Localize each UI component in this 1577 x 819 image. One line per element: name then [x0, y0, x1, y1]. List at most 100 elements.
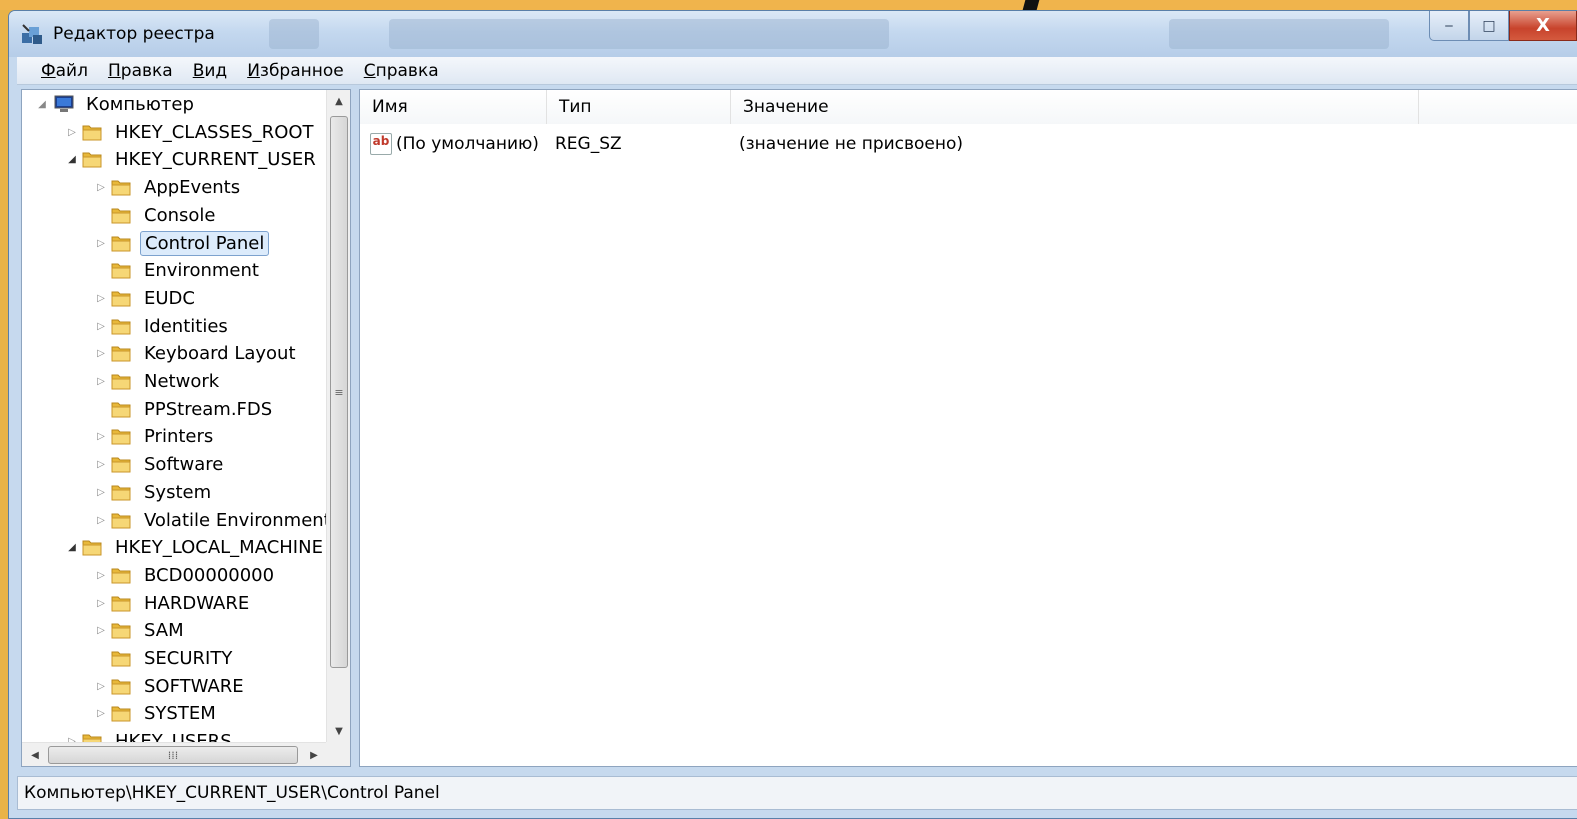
- value-type-cell: REG_SZ: [555, 134, 622, 154]
- tree-node[interactable]: ▷ HKEY_USERS: [65, 727, 236, 742]
- column-header-value[interactable]: Значение: [731, 90, 1419, 124]
- tree-node[interactable]: SECURITY: [94, 644, 236, 672]
- tree-node[interactable]: ▷ Identities: [94, 312, 232, 340]
- folder-icon: [111, 457, 131, 473]
- tree-node-label: SOFTWARE: [144, 675, 244, 697]
- column-header-type[interactable]: Тип: [547, 90, 731, 124]
- registry-tree: ◢ Компьютер ▷ HKEY_CLASSES_ROOT ◢ HKEY_CURR…: [22, 90, 327, 742]
- tree-node-label: Control Panel: [140, 230, 270, 256]
- tree-node[interactable]: ◢ HKEY_CURRENT_USER: [65, 145, 320, 173]
- expand-arrow-icon[interactable]: ▷: [94, 238, 108, 249]
- expand-arrow-icon[interactable]: ▷: [94, 376, 108, 387]
- computer-icon: [54, 95, 74, 112]
- menu-edit[interactable]: Правка: [98, 61, 183, 81]
- tree-node[interactable]: ▷ Volatile Environment: [94, 506, 327, 534]
- scroll-right-icon[interactable]: ▶: [303, 743, 325, 766]
- menu-view[interactable]: Вид: [183, 61, 237, 81]
- tree-node[interactable]: Environment: [94, 256, 263, 284]
- expand-arrow-icon[interactable]: ▷: [94, 293, 108, 304]
- expand-arrow-icon[interactable]: ▷: [94, 182, 108, 193]
- folder-icon: [111, 291, 131, 307]
- close-icon: X: [1536, 15, 1550, 36]
- expand-arrow-icon[interactable]: ▷: [94, 681, 108, 692]
- collapse-arrow-icon[interactable]: ◢: [65, 542, 79, 553]
- title-bar[interactable]: Редактор реестра ‒ □ X: [9, 11, 1577, 57]
- tree-node-computer[interactable]: ◢ Компьютер: [36, 90, 198, 118]
- tree-node[interactable]: ▷ EUDC: [94, 284, 199, 312]
- status-bar: Компьютер\HKEY_CURRENT_USER\Control Pane…: [17, 776, 1577, 810]
- expand-arrow-icon[interactable]: ▷: [94, 321, 108, 332]
- expand-arrow-icon[interactable]: ▷: [94, 515, 108, 526]
- expanded-arrow-icon[interactable]: ◢: [36, 98, 48, 110]
- tree-node-label: Printers: [144, 425, 214, 447]
- menu-help[interactable]: Справка: [354, 61, 449, 81]
- value-row[interactable]: ab (По умолчанию) REG_SZ (значение не пр…: [360, 130, 1577, 158]
- value-data-cell: (значение не присвоено): [739, 134, 964, 154]
- scroll-corner: [326, 742, 350, 766]
- folder-icon: [111, 568, 131, 584]
- tree-node[interactable]: ▷ Network: [94, 367, 223, 395]
- regedit-window: Редактор реестра ‒ □ X Файл Правка Вид И…: [8, 10, 1577, 819]
- tree-node[interactable]: ▷ Printers: [94, 422, 217, 450]
- folder-icon: [111, 208, 131, 224]
- expand-arrow-icon[interactable]: ▷: [94, 598, 108, 609]
- close-button[interactable]: X: [1509, 11, 1577, 41]
- folder-icon: [82, 152, 102, 168]
- tree-node-label: HKEY_CURRENT_USER: [115, 148, 316, 170]
- collapse-arrow-icon[interactable]: ◢: [65, 154, 79, 165]
- expand-arrow-icon[interactable]: ▷: [94, 625, 108, 636]
- scroll-left-icon[interactable]: ◀: [24, 743, 46, 766]
- tree-node-label: Console: [144, 204, 216, 226]
- folder-icon: [111, 180, 131, 196]
- column-header-name[interactable]: Имя: [360, 90, 547, 124]
- tree-node[interactable]: PPStream.FDS: [94, 395, 276, 423]
- expand-arrow-icon[interactable]: ▷: [94, 487, 108, 498]
- window-controls: ‒ □ X: [1429, 11, 1577, 41]
- folder-icon: [82, 125, 102, 141]
- menu-file[interactable]: Файл: [31, 61, 98, 81]
- tree-node-label: HARDWARE: [144, 592, 250, 614]
- tree-node[interactable]: Console: [94, 201, 219, 229]
- tree-node[interactable]: ◢ HKEY_LOCAL_MACHINE: [65, 533, 327, 561]
- tree-node[interactable]: ▷ HKEY_CLASSES_ROOT: [65, 118, 318, 146]
- tree-vertical-scrollbar[interactable]: ▲ ≡ ▼: [326, 90, 350, 742]
- hscroll-thumb[interactable]: ⁞⁞⁞: [48, 746, 298, 764]
- menu-favorites[interactable]: Избранное: [237, 61, 354, 81]
- tree-node[interactable]: ▷ SAM: [94, 616, 188, 644]
- column-header-empty: [1419, 90, 1577, 124]
- folder-icon: [111, 513, 131, 529]
- folder-icon: [111, 485, 131, 501]
- values-header: Имя Тип Значение: [360, 90, 1577, 124]
- expand-arrow-icon[interactable]: ▷: [94, 431, 108, 442]
- scroll-down-icon[interactable]: ▼: [327, 720, 350, 742]
- minimize-button[interactable]: ‒: [1429, 11, 1469, 41]
- tree-node-label: Identities: [144, 315, 228, 337]
- scroll-thumb[interactable]: ≡: [330, 116, 348, 668]
- tree-node[interactable]: ▷ HARDWARE: [94, 589, 253, 617]
- status-path: Компьютер\HKEY_CURRENT_USER\Control Pane…: [24, 783, 440, 803]
- expand-arrow-icon[interactable]: ▷: [65, 127, 79, 138]
- folder-icon: [111, 346, 131, 362]
- folder-icon: [82, 734, 102, 742]
- registry-editor-icon: [22, 24, 42, 44]
- tree-node[interactable]: ▷ AppEvents: [94, 173, 244, 201]
- tree-node[interactable]: ▷ SOFTWARE: [94, 672, 248, 700]
- tree-horizontal-scrollbar[interactable]: ◀ ⁞⁞⁞ ▶: [22, 742, 327, 766]
- folder-icon: [111, 374, 131, 390]
- expand-arrow-icon[interactable]: ▷: [94, 570, 108, 581]
- expand-arrow-icon[interactable]: ▷: [94, 459, 108, 470]
- expand-arrow-icon[interactable]: ▷: [94, 708, 108, 719]
- maximize-button[interactable]: □: [1469, 11, 1509, 41]
- tree-node[interactable]: ▷ Control Panel: [94, 229, 270, 257]
- tree-node-label: SAM: [144, 619, 184, 641]
- tree-node[interactable]: ▷ System: [94, 478, 215, 506]
- tree-node[interactable]: ▷ Software: [94, 450, 227, 478]
- tree-node[interactable]: ▷ Keyboard Layout: [94, 339, 300, 367]
- tree-node[interactable]: ▷ BCD00000000: [94, 561, 278, 589]
- tree-node-label: EUDC: [144, 287, 195, 309]
- expand-arrow-icon[interactable]: ▷: [94, 348, 108, 359]
- scroll-up-icon[interactable]: ▲: [327, 90, 350, 112]
- folder-icon: [111, 651, 131, 667]
- maximize-icon: □: [1482, 17, 1496, 34]
- tree-node[interactable]: ▷ SYSTEM: [94, 699, 220, 727]
